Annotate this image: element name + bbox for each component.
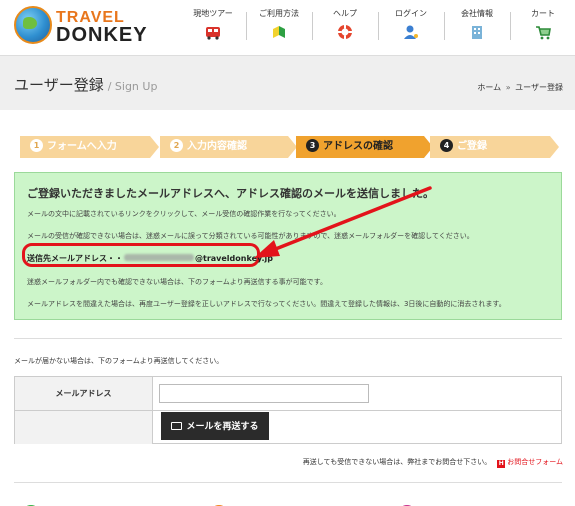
step-2: 2 入力内容確認 [160, 136, 288, 158]
nav-label: カート [531, 9, 555, 18]
resend-form: メールアドレス メールを再送する [14, 376, 562, 444]
contact-note-text: 再送しても受信できない場合は、弊社までお問合せ下さい。 [302, 458, 492, 466]
contact-note: 再送しても受信できない場合は、弊社までお問合せ下さい。 H お問合せフォーム [303, 457, 563, 468]
page-subtitle: / Sign Up [107, 80, 158, 93]
contact-form-link[interactable]: お問合せフォーム [507, 458, 563, 466]
envelope-icon [171, 422, 183, 430]
step-number: 2 [170, 139, 183, 152]
step-number: 4 [440, 139, 453, 152]
nav-item-login[interactable]: ログイン [378, 8, 444, 48]
nav-label: ヘルプ [333, 9, 357, 18]
nav-label: 会社情報 [461, 9, 493, 18]
site-logo[interactable]: TRAVEL DONKEY [14, 6, 154, 46]
step-label: フォームへ入力 [47, 141, 117, 152]
resend-button-label: メールを再送する [186, 421, 259, 431]
user-key-icon [404, 25, 418, 39]
nav-label: ご利用方法 [259, 9, 299, 18]
nav-item-cart[interactable]: カート [510, 8, 575, 48]
breadcrumb-current: ユーザー登録 [515, 83, 563, 92]
step-chevron [550, 136, 559, 158]
email-field-label: メールアドレス [15, 377, 153, 411]
step-4: 4 ご登録 [430, 136, 550, 158]
cart-icon [536, 26, 551, 40]
step-chevron [150, 136, 159, 158]
step-label: 入力内容確認 [187, 141, 247, 152]
sent-address: 送信先メールアドレス・・ @traveldonkey.jp [27, 253, 273, 264]
logo-text-donkey: DONKEY [56, 24, 148, 46]
nav-label: 現地ツアー [193, 9, 233, 18]
main-nav: 現地ツアー ご利用方法 ヘルプ ログイン 会社情報 カート [180, 8, 575, 48]
page-title: ユーザー登録 / Sign Up [14, 74, 157, 95]
nav-item-tours[interactable]: 現地ツアー [180, 8, 246, 48]
nav-label: ログイン [395, 9, 427, 18]
annotation-arrow-icon [254, 186, 432, 258]
nav-item-howto[interactable]: ご利用方法 [246, 8, 312, 48]
resend-form-note: メールが届かない場合は、下のフォームより再送信してください。 [14, 357, 224, 365]
notice-text-3: 迷惑メールフォルダー内でも確認できない場合は、下のフォームより再送信する事が可能… [27, 278, 327, 286]
nav-item-company[interactable]: 会社情報 [444, 8, 510, 48]
step-label: ご登録 [457, 141, 487, 152]
breadcrumb-separator: » [505, 83, 511, 92]
bus-icon [206, 27, 220, 40]
progress-steps: 1 フォームへ入力 2 入力内容確認 3 アドレスの確認 4 ご登録 [20, 136, 560, 158]
site-header: TRAVEL DONKEY 現地ツアー ご利用方法 ヘルプ ログイン 会社情報 … [0, 0, 575, 54]
breadcrumb: ホーム » ユーザー登録 [477, 82, 563, 93]
nav-item-help[interactable]: ヘルプ [312, 8, 378, 48]
step-number: 3 [306, 139, 319, 152]
page-title-band: ユーザー登録 / Sign Up ホーム » ユーザー登録 [0, 55, 575, 110]
form-row-divider [153, 410, 561, 411]
step-number: 1 [30, 139, 43, 152]
resend-email-button[interactable]: メールを再送する [161, 412, 269, 440]
step-1: 1 フォームへ入力 [20, 136, 150, 158]
redacted-address-part [124, 254, 194, 261]
lifebuoy-icon [338, 25, 352, 39]
address-label: 送信先メールアドレス・・ [27, 254, 123, 263]
globe-logo-icon [14, 6, 52, 44]
form-label-cell [15, 411, 153, 444]
email-field[interactable] [159, 384, 369, 403]
building-icon [472, 26, 482, 39]
notice-text-4: メールアドレスを間違えた場合は、再度ユーザー登録を正しいアドレスで行なってくださ… [27, 300, 506, 308]
page-title-text: ユーザー登録 [14, 76, 104, 94]
footer-section [14, 482, 562, 506]
step-3: 3 アドレスの確認 [296, 136, 424, 158]
step-label: アドレスの確認 [323, 141, 393, 152]
help-icon: H [497, 460, 506, 468]
beginner-mark-icon [273, 26, 285, 38]
section-divider [14, 338, 562, 339]
breadcrumb-home[interactable]: ホーム [477, 83, 501, 92]
